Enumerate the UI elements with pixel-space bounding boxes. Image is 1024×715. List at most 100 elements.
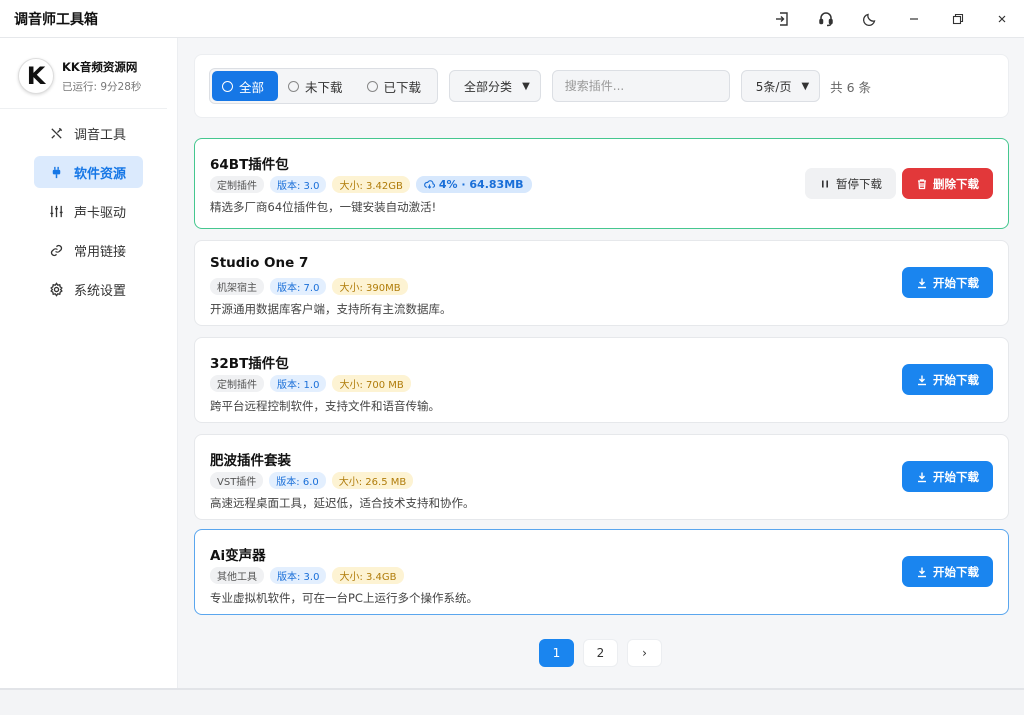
start-download-label: 开始下载 — [933, 564, 979, 579]
start-download-button[interactable]: 开始下载 — [902, 267, 993, 298]
sidebar-item-common-links[interactable]: 常用链接 — [34, 234, 143, 266]
pause-download-label: 暂停下载 — [836, 176, 882, 191]
sidebar-item-label: 调音工具 — [74, 127, 127, 143]
start-download-button[interactable]: 开始下载 — [902, 556, 993, 587]
start-download-button[interactable]: 开始下载 — [902, 364, 993, 395]
sidebar-item-label: 常用链接 — [74, 244, 127, 260]
next-page-button[interactable]: › — [627, 639, 662, 667]
resource-description: 开源通用数据库客户端，支持所有主流数据库。 — [210, 302, 452, 316]
version-tag: 版本: 1.0 — [270, 375, 327, 392]
radio-icon — [288, 80, 300, 92]
search-input[interactable] — [551, 70, 730, 102]
size-tag: 大小: 26.5 MB — [331, 472, 414, 489]
moon-icon[interactable] — [848, 0, 892, 38]
sidebar-item-sound-card-drivers[interactable]: 声卡驱动 — [34, 195, 143, 227]
resource-name: 肥波插件套装 — [210, 453, 291, 469]
status-filter: 全部 未下载 已下载 — [209, 68, 439, 104]
plug-icon — [48, 164, 64, 180]
chevron-down-icon: ▼ — [801, 80, 810, 92]
logo-letter: K — [26, 62, 46, 90]
radio-icon — [366, 80, 378, 92]
sidebar: K KK音频资源网 已运行: 9分28秒 调音工具 软件资源 声卡驱动 常用链接… — [0, 38, 178, 688]
size-tag: 大小: 390MB — [332, 278, 408, 295]
download-progress-text: 4% · 64.83MB — [438, 178, 524, 191]
filter-option-label: 未下载 — [305, 79, 343, 95]
radio-icon — [222, 80, 233, 92]
resource-card: Studio One 7 机架宿主 版本: 7.0 大小: 390MB 开源通用… — [194, 240, 1009, 326]
site-logo: K — [18, 58, 54, 94]
category-tag: 定制插件 — [210, 176, 264, 193]
profile: K KK音频资源网 已运行: 9分28秒 — [0, 38, 167, 109]
sidebar-item-system-settings[interactable]: 系统设置 — [34, 273, 143, 305]
resource-card: 64BT插件包 定制插件 版本: 3.0 大小: 3.42GB 4% · 64.… — [194, 138, 1009, 229]
filter-option-label: 已下载 — [383, 79, 422, 95]
resource-description: 精选多厂商64位插件包，一键安装自动激活! — [210, 200, 437, 214]
download-progress-badge: 4% · 64.83MB — [415, 176, 532, 193]
filter-option-downloaded[interactable]: 已下载 — [357, 71, 436, 101]
headset-icon[interactable] — [804, 0, 848, 38]
cloud-download-icon — [424, 180, 435, 189]
version-tag: 版本: 3.0 — [270, 567, 327, 584]
sidebar-item-software-resources[interactable]: 软件资源 — [34, 156, 143, 188]
category-tag: VST插件 — [210, 472, 264, 489]
app-title: 调音师工具箱 — [14, 11, 98, 28]
resource-card: Ai变声器 其他工具 版本: 3.0 大小: 3.4GB 专业虚拟机软件，可在一… — [194, 529, 1009, 615]
delete-download-button[interactable]: 删除下载 — [902, 168, 993, 199]
size-tag: 大小: 3.4GB — [332, 567, 404, 584]
version-tag: 版本: 3.0 — [270, 176, 327, 193]
uptime-text: 已运行: 9分28秒 — [62, 80, 142, 93]
resource-card: 肥波插件套装 VST插件 版本: 6.0 大小: 26.5 MB 高速远程桌面工… — [194, 434, 1009, 520]
logout-icon[interactable] — [760, 0, 804, 38]
resource-name: 64BT插件包 — [210, 157, 289, 173]
download-icon — [918, 472, 926, 482]
page-button-2[interactable]: 2 — [583, 639, 618, 667]
minimize-icon[interactable] — [892, 0, 936, 38]
start-download-button[interactable]: 开始下载 — [902, 461, 993, 492]
start-download-label: 开始下载 — [933, 469, 979, 484]
category-tag: 机架宿主 — [210, 278, 264, 295]
version-tag: 版本: 7.0 — [270, 278, 327, 295]
page-size-select[interactable]: 5条/页 ▼ — [740, 70, 821, 102]
resource-description: 专业虚拟机软件，可在一台PC上运行多个操作系统。 — [210, 591, 478, 605]
category-tag: 其他工具 — [210, 567, 264, 584]
pagination: 1 2 › — [539, 639, 662, 667]
resource-name: Ai变声器 — [210, 548, 266, 564]
page-button-1[interactable]: 1 — [539, 639, 574, 667]
size-tag: 大小: 700 MB — [332, 375, 411, 392]
size-tag: 大小: 3.42GB — [332, 176, 410, 193]
trash-icon — [918, 178, 926, 189]
sidebar-nav: 调音工具 软件资源 声卡驱动 常用链接 系统设置 — [0, 117, 177, 305]
chevron-down-icon: ▼ — [522, 80, 530, 92]
category-value: 全部分类 — [464, 79, 513, 94]
status-bar — [0, 688, 1024, 715]
category-tag: 定制插件 — [210, 375, 264, 392]
resource-description: 跨平台远程控制软件，支持文件和语音传输。 — [210, 399, 440, 413]
download-icon — [918, 278, 926, 288]
sliders-icon — [48, 203, 64, 219]
download-icon — [918, 567, 926, 577]
filter-option-all[interactable]: 全部 — [212, 71, 279, 101]
sidebar-item-label: 系统设置 — [74, 283, 127, 299]
category-select[interactable]: 全部分类 ▼ — [449, 70, 541, 102]
gear-icon — [48, 281, 64, 297]
tools-icon — [48, 125, 64, 141]
total-count: 共 6 条 — [830, 79, 872, 95]
filter-option-not-downloaded[interactable]: 未下载 — [278, 71, 357, 101]
sidebar-item-tuning-tools[interactable]: 调音工具 — [34, 117, 143, 149]
pause-download-button[interactable]: 暂停下载 — [805, 168, 896, 199]
filter-option-label: 全部 — [239, 79, 265, 95]
close-icon[interactable] — [980, 0, 1024, 38]
site-name: KK音频资源网 — [62, 59, 138, 74]
main-content: 全部 未下载 已下载 全部分类 ▼ 5条/页 ▼ 共 6 条 64BT插件包 定制插… — [179, 38, 1024, 688]
resource-card: 32BT插件包 定制插件 版本: 1.0 大小: 700 MB 跨平台远程控制软… — [194, 337, 1009, 423]
start-download-label: 开始下载 — [933, 275, 979, 290]
pause-icon — [822, 180, 828, 187]
resource-name: Studio One 7 — [210, 255, 309, 271]
restore-icon[interactable] — [936, 0, 980, 38]
sidebar-item-label: 软件资源 — [74, 166, 127, 182]
download-icon — [918, 375, 926, 385]
resource-description: 高速远程桌面工具，延迟低，适合技术支持和协作。 — [210, 496, 475, 510]
page-size-value: 5条/页 — [755, 79, 792, 94]
version-tag: 版本: 6.0 — [269, 472, 326, 489]
delete-download-label: 删除下载 — [933, 176, 979, 191]
